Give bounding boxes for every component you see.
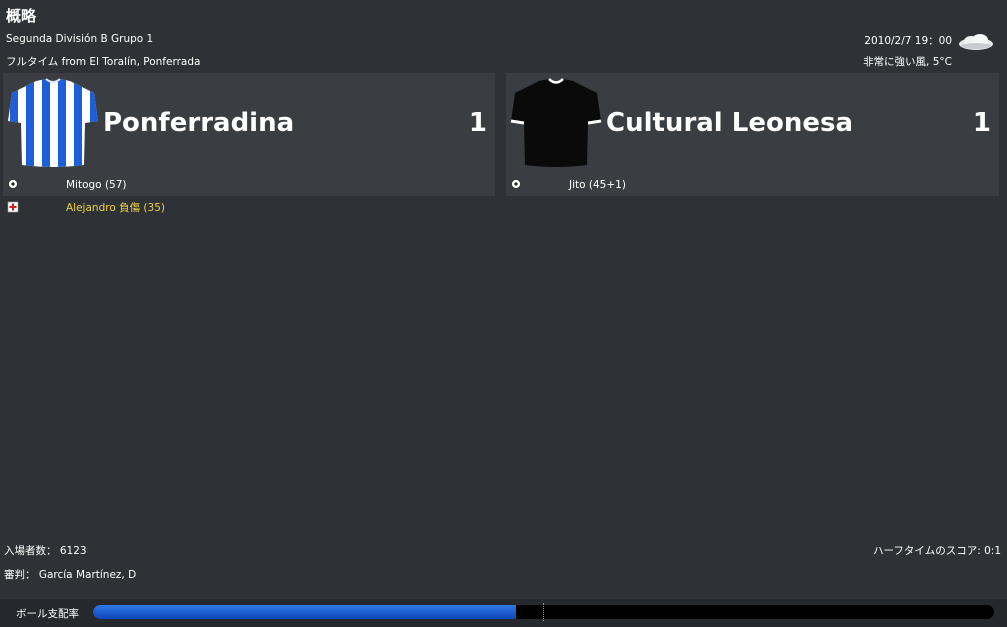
home-team-name[interactable]: Ponferradina xyxy=(103,108,294,138)
injury-icon xyxy=(7,201,19,213)
ball-icon xyxy=(8,179,18,189)
home-goal-event: Mitogo (57) xyxy=(5,178,485,192)
attendance-text: 入場者数： 6123 xyxy=(4,545,87,557)
away-shirt-icon xyxy=(510,78,602,167)
home-injury-event: Alejandro 負傷 (35) xyxy=(5,201,485,215)
page-title: 概略 xyxy=(6,7,37,25)
possession-label: ボール支配率 xyxy=(16,608,79,620)
home-score: 1 xyxy=(468,108,487,138)
match-status: フルタイム from El Toralín, Ponferrada xyxy=(6,56,201,68)
possession-midline xyxy=(543,603,544,621)
away-score: 1 xyxy=(972,108,991,138)
home-injury-text[interactable]: Alejandro 負傷 (35) xyxy=(66,201,165,215)
home-shirt-icon xyxy=(8,78,98,167)
halftime-score: ハーフタイムのスコア: 0:1 xyxy=(873,545,1001,557)
home-goal-text[interactable]: Mitogo (57) xyxy=(66,178,127,192)
cloud-icon xyxy=(959,34,993,50)
referee-text[interactable]: 審判： García Martínez, D xyxy=(4,567,136,582)
weather-text: 非常に強い風, 5°C xyxy=(863,56,952,68)
away-goal-text[interactable]: Jito (45+1) xyxy=(569,178,626,192)
ball-icon xyxy=(511,179,521,189)
possession-home-fill xyxy=(93,605,517,619)
away-goal-event: Jito (45+1) xyxy=(508,178,988,192)
match-datetime: 2010/2/7 19：00 xyxy=(864,35,952,47)
competition-label[interactable]: Segunda División B Grupo 1 xyxy=(6,33,153,45)
away-team-name[interactable]: Cultural Leonesa xyxy=(606,108,853,138)
